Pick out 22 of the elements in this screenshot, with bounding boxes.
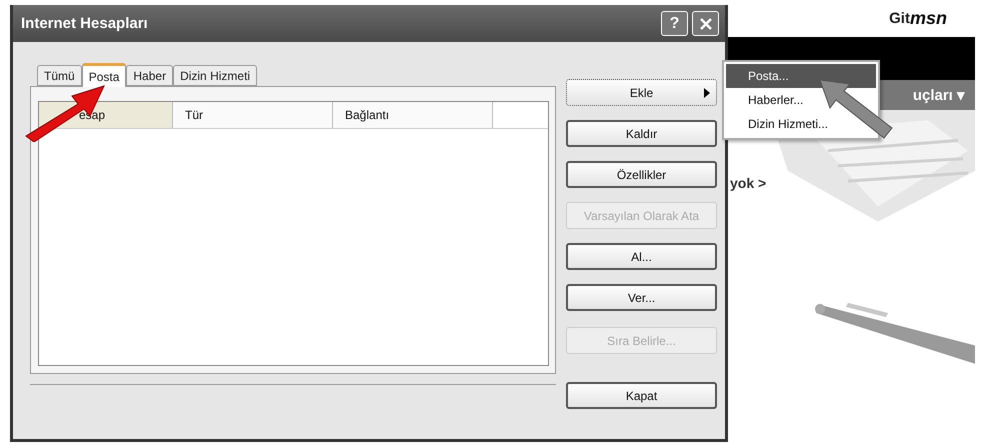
dialog-button[interactable]: Özellikler bbox=[566, 161, 717, 188]
dialog-button[interactable]: Kaldır bbox=[566, 120, 717, 147]
menu-item[interactable]: Posta... bbox=[726, 64, 876, 88]
dialog-button[interactable]: Ver... bbox=[566, 284, 717, 311]
page-text: yok > bbox=[730, 175, 766, 191]
help-button[interactable]: ? bbox=[661, 11, 688, 36]
tab[interactable]: Dizin Hizmeti bbox=[173, 65, 258, 86]
tab[interactable]: Haber bbox=[126, 65, 174, 86]
tab[interactable]: Posta bbox=[82, 63, 126, 87]
tab[interactable]: Tümü bbox=[37, 65, 82, 86]
window-title: Internet Hesapları bbox=[21, 15, 149, 32]
dialog-button[interactable]: Ekle bbox=[566, 79, 717, 106]
dialog-button[interactable]: Al... bbox=[566, 243, 717, 270]
close-icon bbox=[698, 16, 712, 30]
column-header[interactable]: Bağlantı bbox=[333, 102, 493, 128]
close-dialog-button[interactable]: Kapat bbox=[566, 382, 717, 409]
close-button[interactable] bbox=[692, 11, 719, 36]
nav-link[interactable]: uçları ▾ bbox=[912, 86, 965, 104]
column-header[interactable]: Tür bbox=[173, 102, 333, 128]
submenu-arrow-icon bbox=[704, 88, 710, 98]
logo[interactable]: Gitmsn bbox=[728, 0, 995, 37]
menu-item[interactable]: Haberler... bbox=[726, 88, 876, 112]
